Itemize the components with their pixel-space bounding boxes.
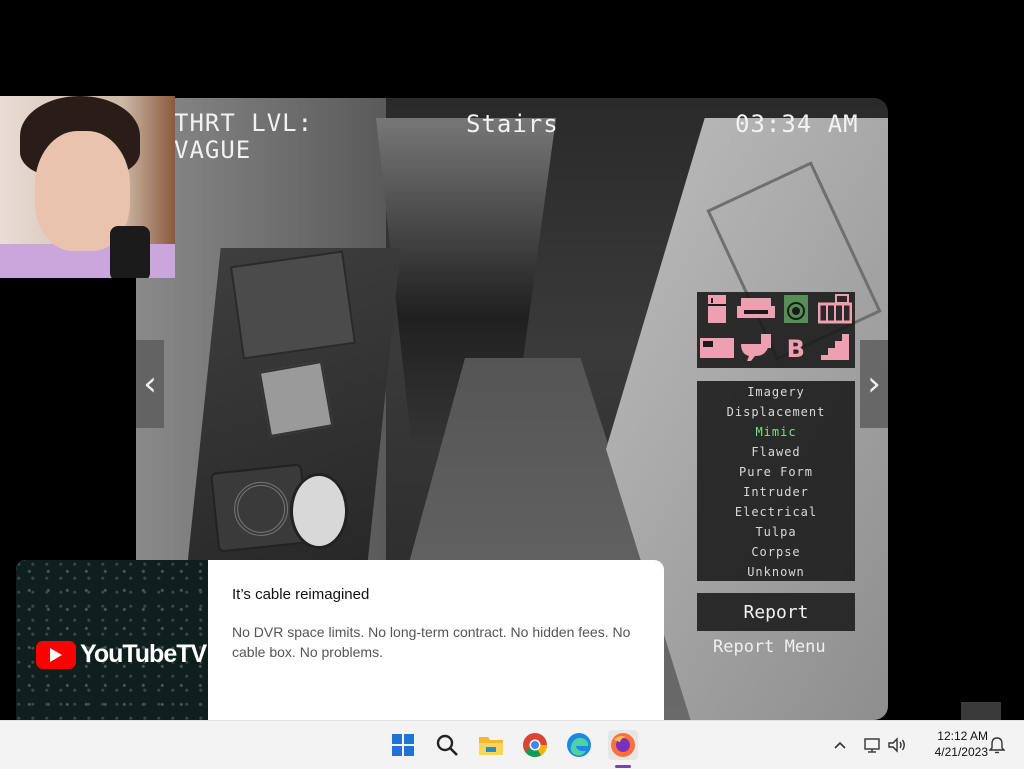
anomaly-option[interactable]: Electrical bbox=[697, 503, 855, 523]
ad-card[interactable]: YouTubeTV It’s cable reimagined No DVR s… bbox=[16, 560, 664, 720]
anomaly-list: Imagery Displacement Mimic Flawed Pure Form I… bbox=[697, 381, 855, 581]
washer-icon[interactable] bbox=[783, 294, 809, 328]
windows-start-icon[interactable] bbox=[388, 730, 418, 760]
prev-camera-button[interactable]: ‹ bbox=[136, 340, 164, 428]
ad-brand: YouTubeTV bbox=[80, 640, 207, 668]
toilet-icon[interactable] bbox=[739, 332, 773, 366]
crib-icon[interactable] bbox=[817, 294, 853, 328]
feed-cassette bbox=[258, 360, 334, 438]
taskbar: 12:12 AM 4/21/2023 bbox=[0, 720, 1024, 769]
chevron-left-icon: ‹ bbox=[143, 364, 157, 404]
couch-icon[interactable] bbox=[737, 296, 776, 326]
ad-description: No DVR space limits. No long-term contra… bbox=[232, 624, 631, 660]
stairs-icon[interactable] bbox=[820, 333, 850, 365]
microphone bbox=[110, 226, 150, 278]
youtube-tv-logo: YouTubeTV bbox=[36, 640, 207, 669]
threat-value: VAGUE bbox=[174, 136, 252, 164]
file-explorer-icon[interactable] bbox=[476, 730, 506, 760]
ad-title: It’s cable reimagined bbox=[232, 586, 370, 603]
anomaly-option[interactable]: Imagery bbox=[697, 383, 855, 403]
anomaly-option[interactable]: Tulpa bbox=[697, 523, 855, 543]
notification-icon[interactable] bbox=[986, 721, 1008, 769]
feed-gauge bbox=[290, 473, 348, 549]
anomaly-option[interactable]: Pure Form bbox=[697, 463, 855, 483]
firefox-icon[interactable] bbox=[608, 730, 638, 760]
chrome-icon[interactable] bbox=[520, 730, 550, 760]
webcam-overlay bbox=[0, 96, 175, 278]
edge-icon[interactable] bbox=[564, 730, 594, 760]
fridge-icon[interactable] bbox=[705, 294, 729, 328]
volume-icon[interactable] bbox=[886, 721, 908, 769]
camera-time: 03:34 AM bbox=[735, 110, 859, 138]
basement-icon[interactable]: B bbox=[787, 337, 805, 361]
anomaly-option[interactable]: Flawed bbox=[697, 443, 855, 463]
search-icon[interactable] bbox=[432, 730, 462, 760]
report-button[interactable]: Report bbox=[697, 593, 855, 631]
ad-thumbnail: YouTubeTV bbox=[16, 560, 208, 720]
chevron-up-icon[interactable] bbox=[830, 721, 850, 769]
room-selector: B bbox=[697, 292, 855, 368]
anomaly-option[interactable]: Mimic bbox=[697, 423, 855, 443]
anomaly-option[interactable]: Unknown bbox=[697, 563, 855, 583]
bed-icon[interactable] bbox=[699, 334, 735, 364]
chevron-right-icon: › bbox=[867, 364, 881, 404]
avatar bbox=[961, 702, 1001, 720]
anomaly-option[interactable]: Displacement bbox=[697, 403, 855, 423]
system-clock[interactable]: 12:12 AM 4/21/2023 bbox=[912, 728, 988, 760]
next-camera-button[interactable]: › bbox=[860, 340, 888, 428]
clock-date: 4/21/2023 bbox=[934, 745, 988, 759]
threat-level: THRT LVL: VAGUE bbox=[174, 110, 313, 164]
play-icon bbox=[36, 640, 76, 669]
anomaly-option[interactable]: Corpse bbox=[697, 543, 855, 563]
feed-box bbox=[230, 250, 356, 360]
report-menu-button[interactable]: Report Menu bbox=[697, 637, 881, 657]
threat-label: THRT LVL: bbox=[174, 109, 314, 137]
room-name: Stairs bbox=[466, 110, 559, 138]
network-icon[interactable] bbox=[862, 721, 884, 769]
anomaly-option[interactable]: Intruder bbox=[697, 483, 855, 503]
clock-time: 12:12 AM bbox=[937, 729, 988, 743]
